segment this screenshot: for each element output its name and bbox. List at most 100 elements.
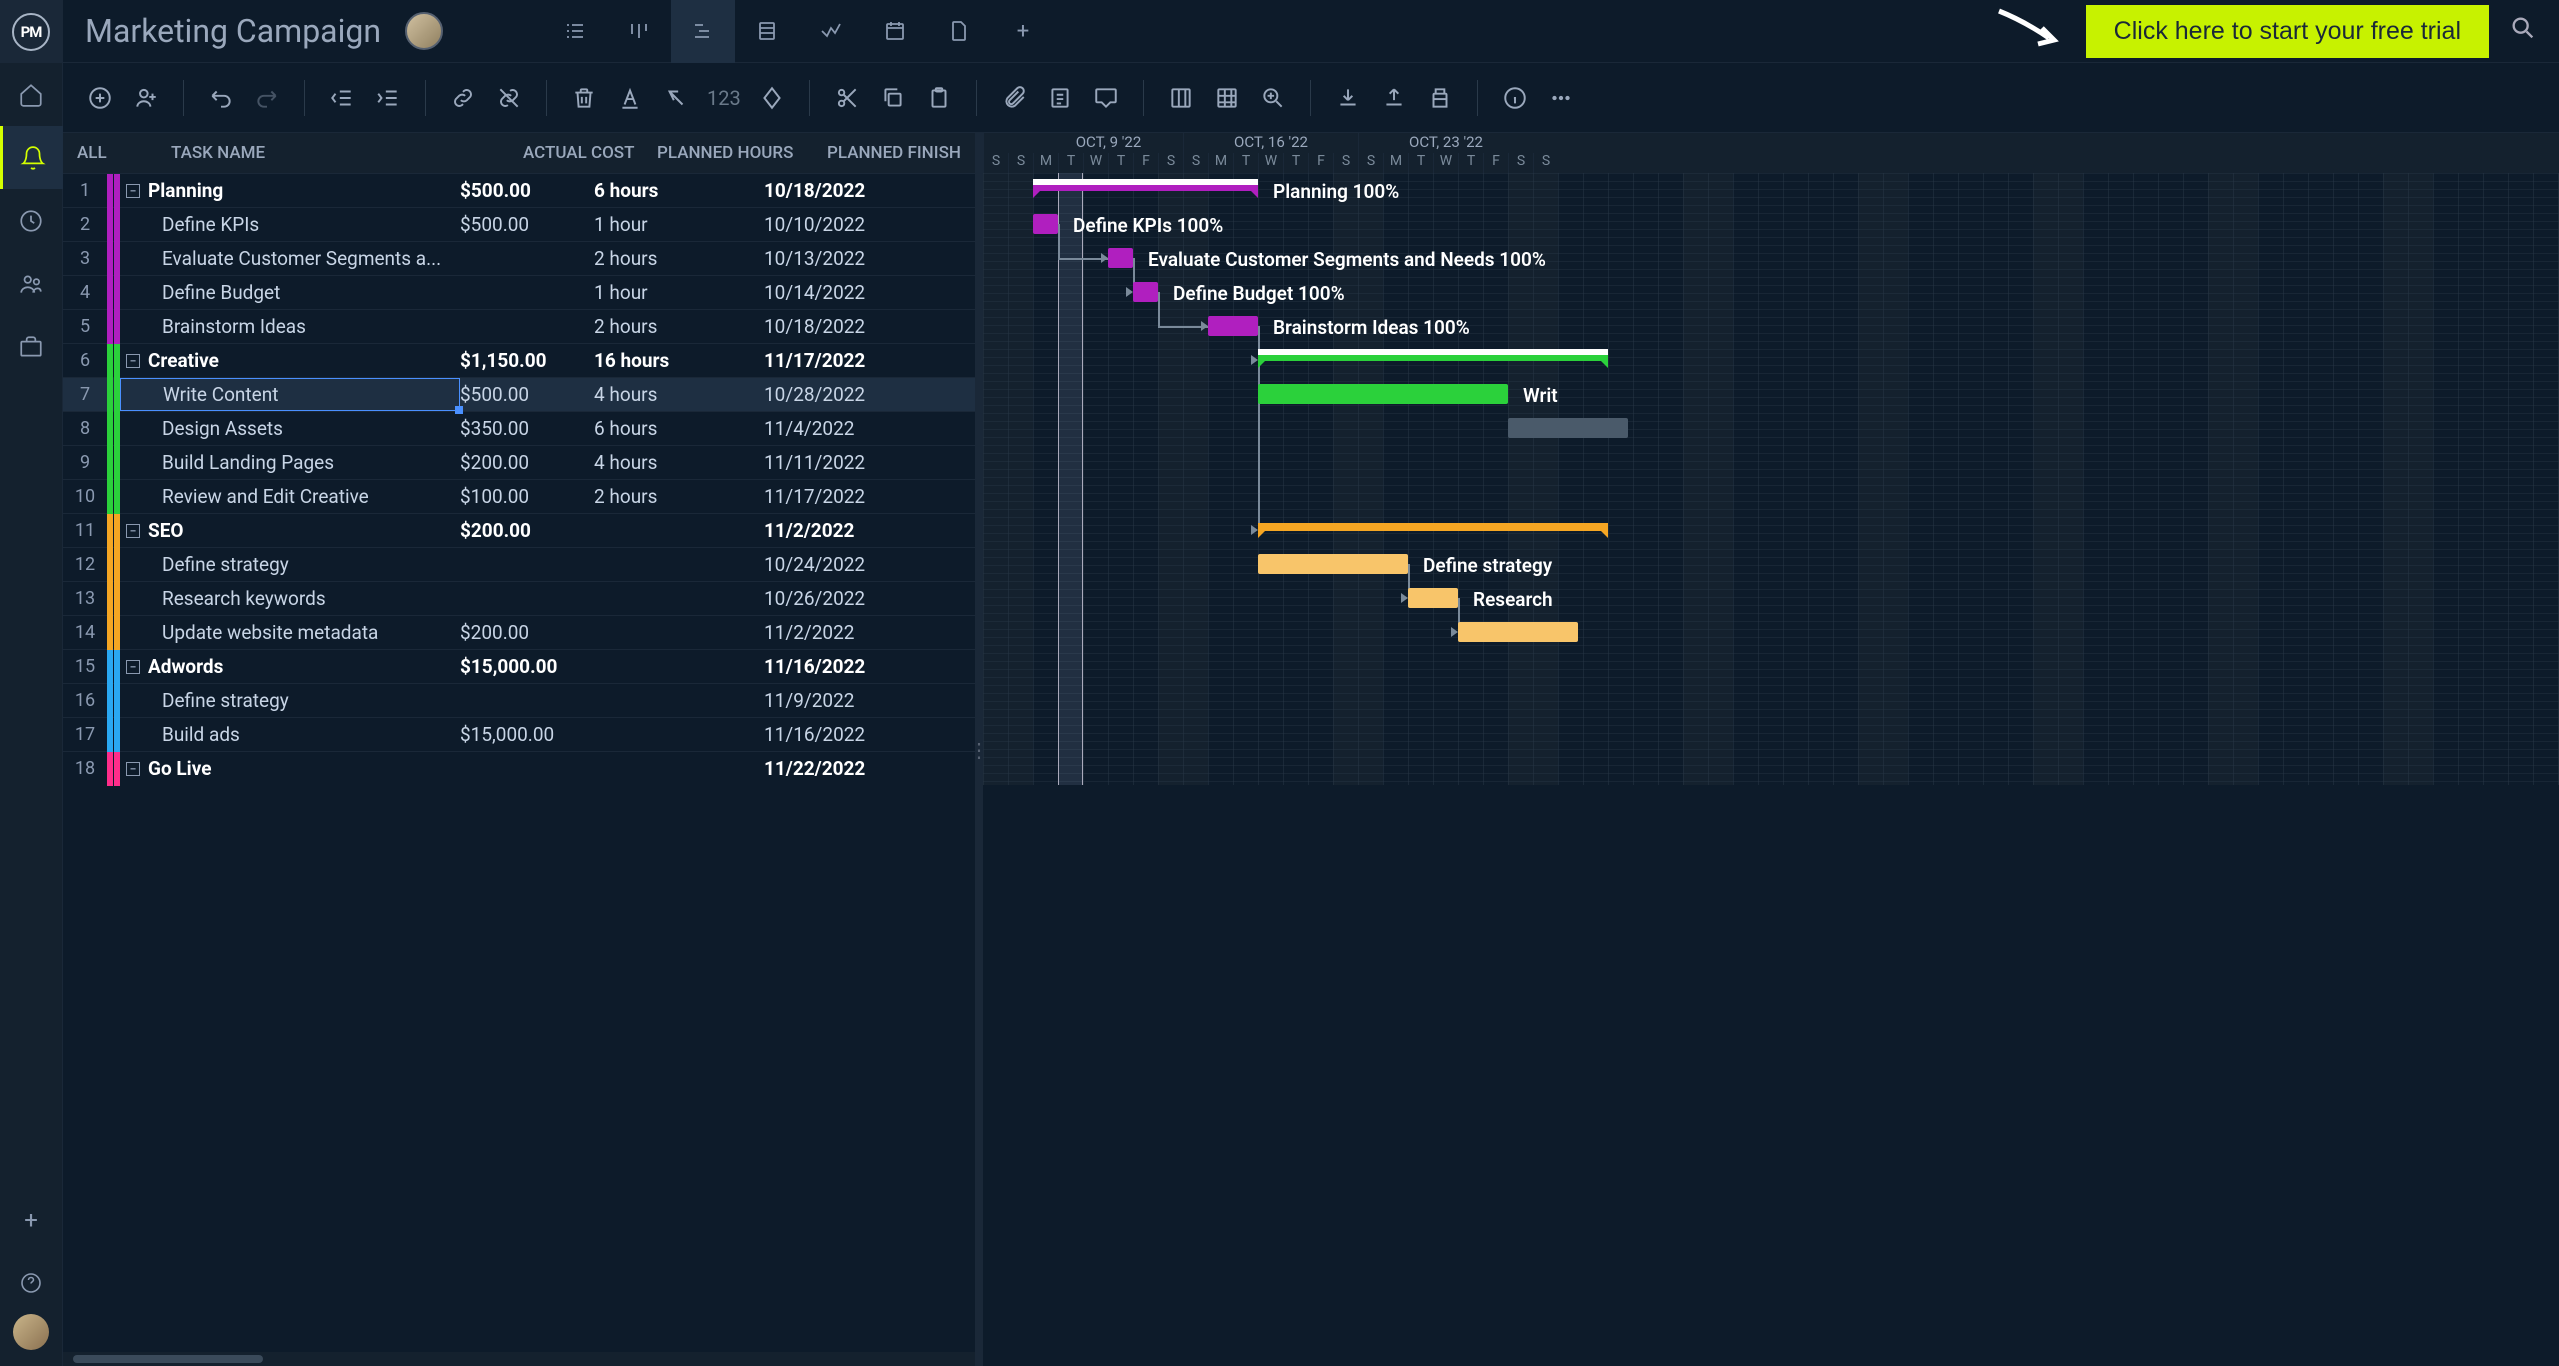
table-row[interactable]: 8Design Assets$350.006 hours11/4/2022 bbox=[63, 411, 975, 445]
expand-icon[interactable]: − bbox=[126, 524, 140, 538]
nav-recent[interactable] bbox=[0, 189, 63, 252]
view-gantt[interactable] bbox=[671, 0, 735, 63]
pane-splitter[interactable] bbox=[975, 133, 983, 1366]
table-row[interactable]: 3Evaluate Customer Segments a...2 hours1… bbox=[63, 241, 975, 275]
col-actual-cost[interactable]: ACTUAL COST bbox=[523, 143, 657, 163]
gantt-task-bar[interactable] bbox=[1033, 214, 1058, 234]
grid-icon[interactable] bbox=[1208, 79, 1246, 117]
table-row[interactable]: 1−Planning$500.006 hours10/18/2022 bbox=[63, 173, 975, 207]
table-row[interactable]: 12Define strategy10/24/2022 bbox=[63, 547, 975, 581]
planned-finish: 11/16/2022 bbox=[764, 723, 975, 746]
more-icon[interactable] bbox=[1542, 79, 1580, 117]
gantt-bar-label: Define strategy bbox=[1423, 554, 1552, 577]
columns-icon[interactable] bbox=[1162, 79, 1200, 117]
gantt-bar-label: Brainstorm Ideas 100% bbox=[1273, 316, 1470, 339]
attach-icon[interactable] bbox=[995, 79, 1033, 117]
gantt-task-bar[interactable] bbox=[1408, 588, 1458, 608]
gantt-bar-label: Define KPIs 100% bbox=[1073, 214, 1223, 237]
planned-finish: 10/18/2022 bbox=[764, 315, 975, 338]
gantt-day-label: T bbox=[1108, 153, 1133, 173]
gantt-task-bar[interactable] bbox=[1508, 418, 1628, 438]
copy-icon[interactable] bbox=[874, 79, 912, 117]
view-dashboard[interactable] bbox=[799, 0, 863, 63]
export-icon[interactable] bbox=[1375, 79, 1413, 117]
table-row[interactable]: 17Build ads$15,000.0011/16/2022 bbox=[63, 717, 975, 751]
gantt-task-bar[interactable] bbox=[1208, 316, 1258, 336]
nav-home[interactable] bbox=[0, 63, 63, 126]
table-row[interactable]: 7Write Content$500.004 hours10/28/2022 bbox=[63, 377, 975, 411]
col-all[interactable]: ALL bbox=[63, 143, 171, 163]
notes-icon[interactable] bbox=[1041, 79, 1079, 117]
view-files[interactable] bbox=[927, 0, 991, 63]
table-row[interactable]: 13Research keywords10/26/2022 bbox=[63, 581, 975, 615]
table-row[interactable]: 16Define strategy11/9/2022 bbox=[63, 683, 975, 717]
gantt-week-label: OCT, 23 '22 bbox=[1358, 133, 1533, 153]
nav-portfolio[interactable] bbox=[0, 315, 63, 378]
view-sheet[interactable] bbox=[735, 0, 799, 63]
clear-format-icon[interactable] bbox=[657, 79, 695, 117]
table-row[interactable]: 18−Go Live11/22/2022 bbox=[63, 751, 975, 785]
table-row[interactable]: 14Update website metadata$200.0011/2/202… bbox=[63, 615, 975, 649]
expand-icon[interactable]: − bbox=[126, 660, 140, 674]
nav-notifications[interactable] bbox=[0, 126, 63, 189]
free-trial-button[interactable]: Click here to start your free trial bbox=[2086, 5, 2489, 58]
gantt-task-bar[interactable] bbox=[1458, 622, 1578, 642]
logo[interactable]: PM bbox=[0, 0, 63, 63]
project-title[interactable]: Marketing Campaign bbox=[85, 12, 381, 50]
grid-scrollbar-h[interactable] bbox=[63, 1352, 975, 1366]
gantt-task-bar[interactable] bbox=[1258, 384, 1508, 404]
gantt-day-label: S bbox=[1508, 153, 1533, 173]
gantt-task-bar[interactable] bbox=[1133, 282, 1158, 302]
view-calendar[interactable] bbox=[863, 0, 927, 63]
paste-icon[interactable] bbox=[920, 79, 958, 117]
expand-icon[interactable]: − bbox=[126, 762, 140, 776]
unlink-icon[interactable] bbox=[490, 79, 528, 117]
gantt-summary-bar[interactable] bbox=[1258, 523, 1608, 531]
print-icon[interactable] bbox=[1421, 79, 1459, 117]
search-icon[interactable] bbox=[2509, 14, 2537, 49]
gantt-task-bar[interactable] bbox=[1258, 554, 1408, 574]
expand-icon[interactable]: − bbox=[126, 184, 140, 198]
expand-icon[interactable]: − bbox=[126, 354, 140, 368]
planned-finish: 11/4/2022 bbox=[764, 417, 975, 440]
add-task-icon[interactable] bbox=[81, 79, 119, 117]
view-add[interactable]: + bbox=[991, 0, 1055, 63]
view-list[interactable] bbox=[543, 0, 607, 63]
info-icon[interactable] bbox=[1496, 79, 1534, 117]
nav-add[interactable]: + bbox=[0, 1188, 63, 1251]
table-row[interactable]: 2Define KPIs$500.001 hour10/10/2022 bbox=[63, 207, 975, 241]
undo-icon[interactable] bbox=[202, 79, 240, 117]
col-planned-hours[interactable]: PLANNED HOURS bbox=[657, 143, 827, 163]
cut-icon[interactable] bbox=[828, 79, 866, 117]
text-color-icon[interactable] bbox=[611, 79, 649, 117]
link-icon[interactable] bbox=[444, 79, 482, 117]
comments-icon[interactable] bbox=[1087, 79, 1125, 117]
nav-team[interactable] bbox=[0, 252, 63, 315]
zoom-icon[interactable] bbox=[1254, 79, 1292, 117]
assign-icon[interactable] bbox=[127, 79, 165, 117]
outdent-icon[interactable] bbox=[323, 79, 361, 117]
col-planned-finish[interactable]: PLANNED FINISH bbox=[827, 143, 975, 163]
nav-help[interactable] bbox=[0, 1251, 63, 1314]
import-icon[interactable] bbox=[1329, 79, 1367, 117]
number-format-icon[interactable]: 123 bbox=[703, 86, 745, 110]
table-row[interactable]: 11−SEO$200.0011/2/2022 bbox=[63, 513, 975, 547]
table-row[interactable]: 9Build Landing Pages$200.004 hours11/11/… bbox=[63, 445, 975, 479]
table-row[interactable]: 10Review and Edit Creative$100.002 hours… bbox=[63, 479, 975, 513]
view-board[interactable] bbox=[607, 0, 671, 63]
row-number: 9 bbox=[63, 452, 107, 473]
milestone-icon[interactable] bbox=[753, 79, 791, 117]
indent-icon[interactable] bbox=[369, 79, 407, 117]
user-avatar-sidebar[interactable] bbox=[13, 1314, 49, 1350]
delete-icon[interactable] bbox=[565, 79, 603, 117]
gantt-chart[interactable]: OCT, 9 '22OCT, 16 '22OCT, 23 '22SSMTWTFS… bbox=[983, 133, 2559, 1366]
col-task-name[interactable]: TASK NAME bbox=[171, 143, 523, 163]
redo-icon[interactable] bbox=[248, 79, 286, 117]
table-row[interactable]: 5Brainstorm Ideas2 hours10/18/2022 bbox=[63, 309, 975, 343]
table-row[interactable]: 4Define Budget1 hour10/14/2022 bbox=[63, 275, 975, 309]
planned-hours: 6 hours bbox=[594, 417, 764, 440]
project-owner-avatar[interactable] bbox=[405, 12, 443, 50]
table-row[interactable]: 6−Creative$1,150.0016 hours11/17/2022 bbox=[63, 343, 975, 377]
table-row[interactable]: 15−Adwords$15,000.0011/16/2022 bbox=[63, 649, 975, 683]
gantt-task-bar[interactable] bbox=[1108, 248, 1133, 268]
